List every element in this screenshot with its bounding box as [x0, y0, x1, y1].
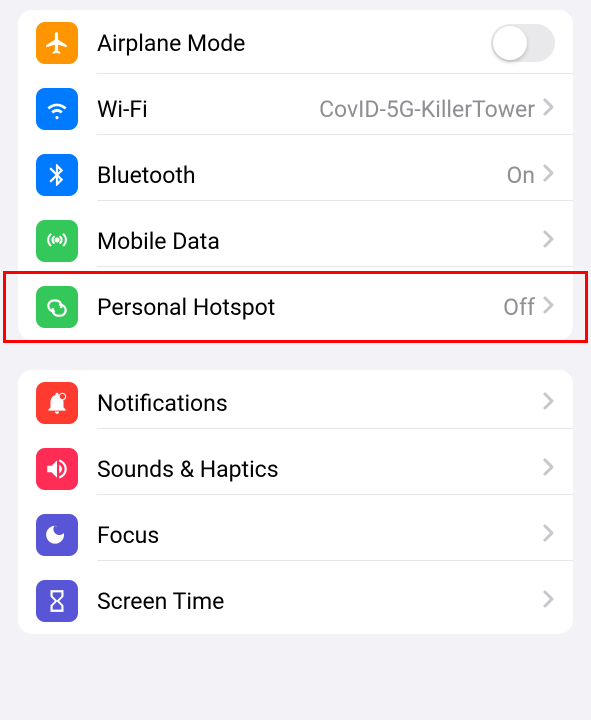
screen-time-label: Screen Time [97, 588, 543, 615]
chevron-right-icon [543, 524, 555, 546]
airplane-label: Airplane Mode [97, 30, 491, 57]
wifi-icon [36, 88, 78, 130]
chevron-right-icon [543, 590, 555, 612]
bluetooth-value: On [506, 162, 535, 189]
sounds-label: Sounds & Haptics [97, 456, 543, 483]
chevron-right-icon [543, 458, 555, 480]
hourglass-icon [36, 580, 78, 622]
row-focus[interactable]: Focus [18, 502, 573, 568]
wifi-label: Wi-Fi [97, 96, 319, 123]
bluetooth-label: Bluetooth [97, 162, 506, 189]
focus-label: Focus [97, 522, 543, 549]
chevron-right-icon [543, 296, 555, 318]
row-airplane-mode[interactable]: Airplane Mode [18, 10, 573, 76]
antenna-icon [36, 220, 78, 262]
row-sounds[interactable]: Sounds & Haptics [18, 436, 573, 502]
row-screen-time[interactable]: Screen Time [18, 568, 573, 634]
settings-group-system: Notifications Sounds & Haptics Focus Scr… [18, 370, 573, 634]
chevron-right-icon [543, 98, 555, 120]
wifi-value: CovID-5G-KillerTower [319, 96, 535, 123]
moon-icon [36, 514, 78, 556]
chevron-right-icon [543, 392, 555, 414]
row-bluetooth[interactable]: Bluetooth On [18, 142, 573, 208]
hotspot-value: Off [503, 294, 535, 321]
mobile-data-label: Mobile Data [97, 228, 543, 255]
speaker-icon [36, 448, 78, 490]
row-notifications[interactable]: Notifications [18, 370, 573, 436]
airplane-icon [36, 22, 78, 64]
row-personal-hotspot[interactable]: Personal Hotspot Off [18, 274, 573, 340]
notifications-label: Notifications [97, 390, 543, 417]
bluetooth-icon [36, 154, 78, 196]
chevron-right-icon [543, 164, 555, 186]
hotspot-icon [36, 286, 78, 328]
airplane-toggle[interactable] [491, 24, 555, 62]
hotspot-label: Personal Hotspot [97, 294, 503, 321]
chevron-right-icon [543, 230, 555, 252]
notifications-icon [36, 382, 78, 424]
row-wifi[interactable]: Wi-Fi CovID-5G-KillerTower [18, 76, 573, 142]
row-mobile-data[interactable]: Mobile Data [18, 208, 573, 274]
settings-group-connectivity: Airplane Mode Wi-Fi CovID-5G-KillerTower… [18, 10, 573, 340]
toggle-knob [493, 26, 527, 60]
